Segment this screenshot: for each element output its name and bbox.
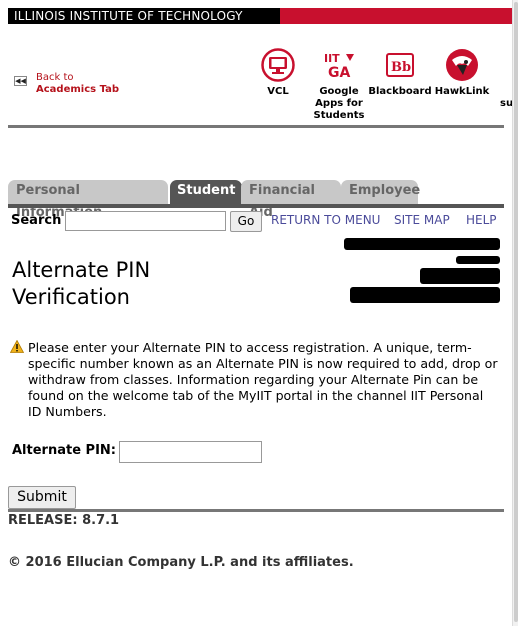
tab-employee[interactable]: Employee [341, 180, 420, 206]
info-message: Please enter your Alternate PIN to acces… [28, 340, 498, 419]
quick-link-vcl[interactable]: VCL [258, 48, 298, 98]
monitor-icon[interactable] [261, 48, 295, 82]
search-input[interactable] [65, 211, 226, 231]
quick-link-partial[interactable]: su [498, 48, 512, 110]
help-link[interactable]: HELP [466, 212, 497, 228]
main-tabs: Personal Information Student Financial A… [8, 180, 504, 220]
release-version: RELEASE: 8.7.1 [8, 513, 120, 528]
vertical-scrollbar[interactable] [512, 0, 518, 626]
redacted-text [420, 268, 500, 284]
quick-link-label-3[interactable]: Students [311, 110, 367, 122]
quick-link-label-2[interactable]: Apps for [311, 98, 367, 110]
footer-divider [8, 509, 504, 512]
site-map-link[interactable]: SITE MAP [394, 212, 450, 228]
hawk-icon[interactable] [445, 48, 479, 82]
iit-ga-logo-icon[interactable]: IIT GA [322, 48, 356, 82]
quick-link-blackboard[interactable]: Bb Blackboard [367, 48, 433, 98]
quick-link-label[interactable]: su [498, 98, 512, 110]
blackboard-icon[interactable]: Bb [383, 48, 417, 82]
alternate-pin-label: Alternate PIN: [12, 443, 116, 458]
institution-name: ILLINOIS INSTITUTE OF TECHNOLOGY [8, 8, 280, 24]
submit-button[interactable]: Submit [8, 486, 76, 509]
return-to-menu-link[interactable]: RETURN TO MENU [271, 212, 380, 228]
search-label: Search [11, 213, 62, 228]
svg-text:IIT: IIT [324, 52, 340, 65]
back-link-line2[interactable]: Academics Tab [36, 84, 156, 96]
copyright-text: © 2016 Ellucian Company L.P. and its aff… [8, 555, 354, 570]
redacted-text [456, 256, 500, 264]
scrollbar-thumb[interactable] [514, 2, 518, 622]
tab-student[interactable]: Student [170, 180, 242, 206]
quick-link-label-1[interactable]: Google [311, 86, 367, 98]
page-title-line2: Verification [12, 285, 130, 309]
warning-icon [10, 340, 24, 353]
alternate-pin-input[interactable] [119, 441, 262, 463]
quick-link-google-apps[interactable]: IIT GA Google Apps for Students [311, 48, 367, 122]
page-title: Alternate PIN Verification [12, 257, 232, 311]
quick-link-label[interactable]: Blackboard [367, 86, 433, 98]
quick-link-label[interactable]: VCL [258, 86, 298, 98]
iit-banner: ILLINOIS INSTITUTE OF TECHNOLOGY [8, 8, 514, 24]
quick-link-label[interactable]: HawkLink [434, 86, 490, 98]
page-title-line1: Alternate PIN [12, 258, 151, 282]
go-button[interactable]: Go [230, 211, 262, 232]
tab-personal-information[interactable]: Personal Information [8, 180, 168, 220]
svg-text:GA: GA [328, 65, 350, 81]
back-link-line1[interactable]: Back to [36, 72, 156, 84]
redacted-text [350, 287, 500, 303]
back-arrow-icon[interactable]: ◀◀ [14, 76, 27, 86]
redacted-text [344, 238, 500, 250]
tab-financial-aid[interactable]: Financial Aid [241, 180, 341, 220]
back-link-text[interactable]: Back to Academics Tab [36, 72, 156, 96]
partial-icon[interactable] [498, 48, 512, 82]
tab-underline [8, 204, 504, 208]
banner-red-stripe [280, 8, 514, 24]
header-divider [8, 125, 504, 128]
quick-link-hawklink[interactable]: HawkLink [434, 48, 490, 98]
svg-text:Bb: Bb [391, 60, 411, 75]
